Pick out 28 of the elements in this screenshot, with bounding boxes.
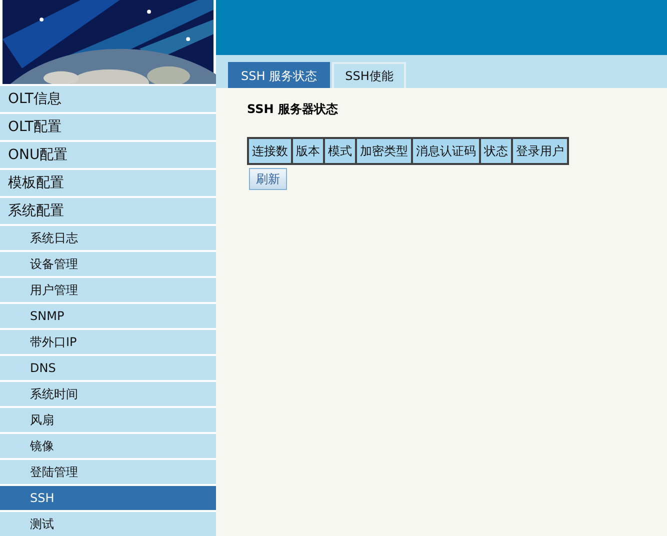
refresh-button[interactable]: 刷新 — [249, 168, 287, 190]
menu-item[interactable]: 风扇 — [0, 408, 216, 432]
tab[interactable]: SSH使能 — [332, 62, 406, 88]
column-header: 加密类型 — [356, 138, 412, 164]
menu-item[interactable]: 带外口IP — [0, 330, 216, 354]
menu-item[interactable]: 设备管理 — [0, 252, 216, 276]
menu-item[interactable]: SSH — [0, 486, 216, 510]
menu-item[interactable]: 镜像 — [0, 434, 216, 458]
menu-item[interactable]: SNMP — [0, 304, 216, 328]
tab[interactable]: SSH 服务状态 — [228, 62, 330, 88]
section-title: SSH 服务器状态 — [247, 101, 339, 118]
menu-item[interactable]: DNS — [0, 356, 216, 380]
column-header: 版本 — [292, 138, 324, 164]
column-header: 状态 — [480, 138, 512, 164]
column-header: 连接数 — [248, 138, 292, 164]
menu-item[interactable]: 用户管理 — [0, 278, 216, 302]
menu-item[interactable]: 登陆管理 — [0, 460, 216, 484]
menu-item[interactable]: 模板配置 — [0, 170, 216, 196]
menu-item[interactable]: OLT配置 — [0, 114, 216, 140]
column-header: 消息认证码 — [412, 138, 480, 164]
menu-item[interactable]: ONU配置 — [0, 142, 216, 168]
menu-item[interactable]: 系统配置 — [0, 198, 216, 224]
menu-item[interactable]: OLT信息 — [0, 86, 216, 112]
column-header: 模式 — [324, 138, 356, 164]
menu-item[interactable]: 系统时间 — [0, 382, 216, 406]
column-header: 登录用户 — [512, 138, 568, 164]
menu-item[interactable]: 测试 — [0, 512, 216, 536]
menu-item[interactable]: 系统日志 — [0, 226, 216, 250]
